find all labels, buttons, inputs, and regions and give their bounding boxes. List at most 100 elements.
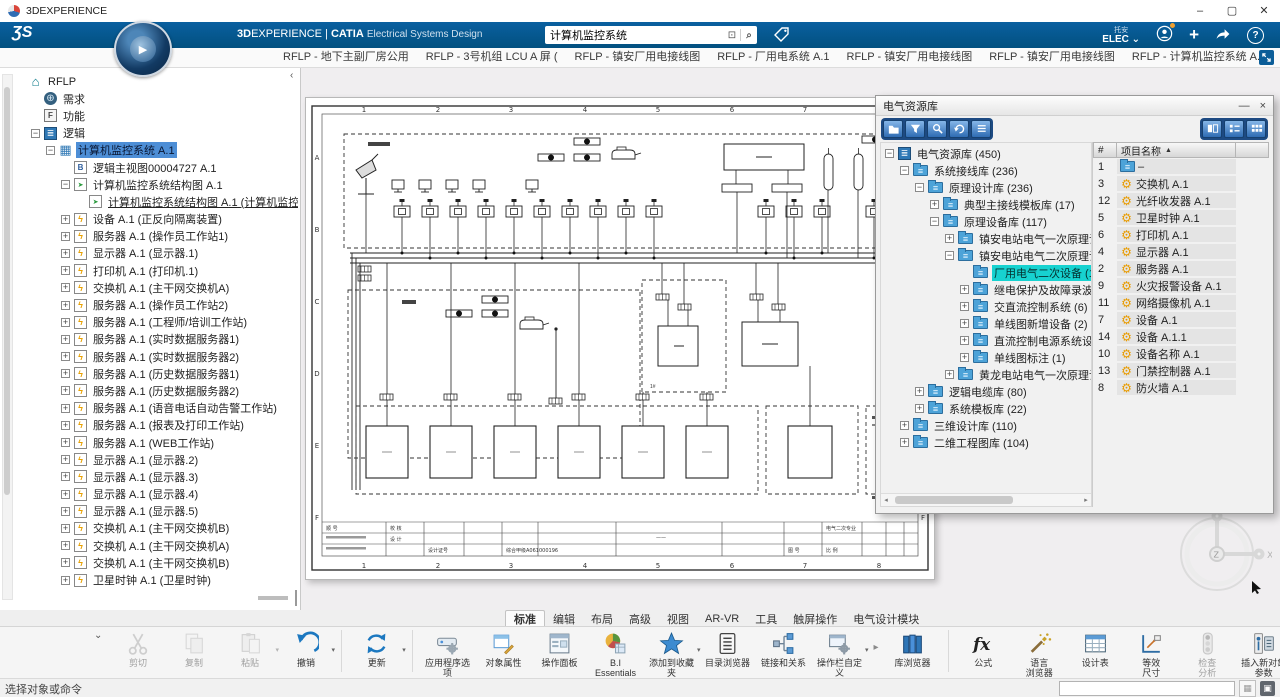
ribbon-tab-编辑[interactable]: 编辑 [545, 610, 583, 626]
expander-icon[interactable]: + [61, 576, 70, 585]
table-row[interactable]: 14⚙设备 A.1.1 [1093, 328, 1269, 345]
expander-icon[interactable]: + [61, 266, 70, 275]
tree-item[interactable]: +ϟ服务器 A.1 (历史数据服务器1) [16, 365, 298, 382]
tree-item[interactable]: −≡系统接线库 (236) [885, 162, 1091, 179]
view-list-icon[interactable] [1224, 120, 1244, 138]
command-input[interactable] [1059, 681, 1235, 696]
table-header-cell[interactable]: 项目名称▲ [1117, 142, 1236, 158]
table-row[interactable]: 11⚙网络摄像机 A.1 [1093, 294, 1269, 311]
expander-icon[interactable]: + [900, 421, 909, 430]
tree-item[interactable]: +≡交直流控制系统 (6) [885, 298, 1091, 315]
dialog-dock-icon[interactable]: ▦ [1239, 680, 1256, 697]
app-options-button[interactable]: 应用程序选项 [420, 628, 476, 680]
tree-item[interactable]: −≡镇安电站电气二次原理设备 (4 [885, 247, 1091, 264]
expander-icon[interactable]: + [915, 387, 924, 396]
item-name-cell[interactable]: ≡– [1117, 159, 1236, 174]
search-input[interactable] [545, 29, 724, 41]
collapse-tree-chevron[interactable]: ‹ [290, 70, 293, 81]
tree-item[interactable]: B逻辑主视图00004727 A.1 [16, 159, 298, 176]
help-icon[interactable]: ? [1247, 27, 1264, 44]
table-row[interactable]: 3⚙交换机 A.1 [1093, 175, 1269, 192]
doc-tab[interactable]: RFLP - 计算机监控系统 A.1 [1132, 48, 1266, 67]
expander-icon[interactable]: + [61, 438, 70, 447]
expander-icon[interactable]: + [960, 302, 969, 311]
table-row[interactable]: 5⚙卫星时钟 A.1 [1093, 209, 1269, 226]
tree-item[interactable]: ≡厂用电气二次设备 (13) [885, 264, 1091, 281]
tree-item[interactable]: +ϟ显示器 A.1 (显示器.4) [16, 486, 298, 503]
resource-tree-hscrollbar[interactable]: ◂ ▸ [881, 493, 1091, 506]
tree-item[interactable]: +≡三维设计库 (110) [885, 417, 1091, 434]
expander-icon[interactable]: + [900, 438, 909, 447]
item-name-cell[interactable]: ⚙显示器 A.1 [1117, 244, 1236, 259]
undo-button[interactable]: 撤销▾ [278, 628, 334, 670]
view-grid-icon[interactable] [1246, 120, 1266, 138]
item-name-cell[interactable]: ⚙服务器 A.1 [1117, 261, 1236, 276]
tree-item[interactable]: +ϟ显示器 A.1 (显示器.3) [16, 468, 298, 485]
tree-item[interactable]: +≡镇安电站电气一次原理设备 (6 [885, 230, 1091, 247]
doc-tab[interactable]: RFLP - 镇安厂用电接线图 [575, 48, 701, 67]
filter-icon[interactable] [905, 120, 925, 138]
formula-button[interactable]: fx公式 [955, 628, 1011, 670]
tree-item[interactable]: +ϟ卫星时钟 A.1 (卫星时钟) [16, 571, 298, 588]
table-row[interactable]: 7⚙设备 A.1 [1093, 311, 1269, 328]
table-row[interactable]: 8⚙防火墙 A.1 [1093, 379, 1269, 396]
tree-item[interactable]: ⌂RFLP [16, 73, 298, 90]
expander-icon[interactable]: + [61, 335, 70, 344]
expander-icon[interactable]: − [31, 129, 40, 138]
object-properties-button[interactable]: 对象属性 [476, 628, 532, 670]
table-row[interactable]: 12⚙光纤收发器 A.1 [1093, 192, 1269, 209]
tree-item[interactable]: +ϟ服务器 A.1 (WEB工作站) [16, 434, 298, 451]
table-row[interactable]: 10⚙设备名称 A.1 [1093, 345, 1269, 362]
tree-item[interactable]: +ϟ交换机 A.1 (主干网交换机B) [16, 520, 298, 537]
hscroll-thumb[interactable] [895, 496, 1013, 504]
expander-icon[interactable]: + [61, 249, 70, 258]
ribbon-tab-工具[interactable]: 工具 [747, 610, 785, 626]
tree-item[interactable]: +≡逻辑电缆库 (80) [885, 383, 1091, 400]
tree-scrollbar[interactable] [2, 74, 13, 600]
expander-icon[interactable]: + [945, 234, 954, 243]
item-name-cell[interactable]: ⚙打印机 A.1 [1117, 227, 1236, 242]
expander-icon[interactable]: + [61, 507, 70, 516]
user-avatar-icon[interactable] [1156, 25, 1173, 45]
item-name-cell[interactable]: ⚙防火墙 A.1 [1117, 380, 1236, 395]
expander-icon[interactable]: + [61, 472, 70, 481]
add-content-button[interactable]: + [1189, 25, 1199, 45]
ribbon-tab-电气设计模块[interactable]: 电气设计模块 [845, 610, 927, 626]
schematic-sheet[interactable]: 12345678 12345678 ABCDEF ABCDEF [305, 97, 935, 580]
tree-item[interactable]: +ϟ服务器 A.1 (实时数据服务器1) [16, 331, 298, 348]
tree-item[interactable]: +ϟ服务器 A.1 (操作员工作站2) [16, 296, 298, 313]
expander-icon[interactable]: − [915, 183, 924, 192]
expander-icon[interactable]: + [930, 200, 939, 209]
expander-icon[interactable]: + [61, 215, 70, 224]
search-icon[interactable]: ⌕ [741, 30, 757, 41]
user-role-menu[interactable]: 托安 ELEC ⌄ [1102, 26, 1140, 44]
tree-item[interactable]: ➤计算机监控系统结构图 A.1 (计算机监控系统结构图.1) [16, 193, 298, 210]
expander-icon[interactable]: + [945, 370, 954, 379]
expander-icon[interactable]: + [61, 352, 70, 361]
ribbon-tab-AR-VR[interactable]: AR-VR [697, 610, 747, 626]
expander-icon[interactable]: + [61, 232, 70, 241]
tree-item[interactable]: +≡典型主接线模板库 (17) [885, 196, 1091, 213]
tree-scrollbar-thumb[interactable] [4, 87, 10, 495]
expander-icon[interactable]: + [61, 283, 70, 292]
dropdown-caret-icon[interactable]: ▾ [402, 646, 406, 654]
item-name-cell[interactable]: ⚙光纤收发器 A.1 [1117, 193, 1236, 208]
insert-params-button[interactable]: 插入新对象参数▾ [1235, 628, 1280, 680]
item-name-cell[interactable]: ⚙交换机 A.1 [1117, 176, 1236, 191]
tree-item[interactable]: +ϟ服务器 A.1 (报表及打印工作站) [16, 417, 298, 434]
ribbon-tab-视图[interactable]: 视图 [659, 610, 697, 626]
actionbar-overflow-chevron[interactable]: ⌄ [94, 630, 102, 641]
tree-item[interactable]: +≡系统模板库 (22) [885, 400, 1091, 417]
item-name-cell[interactable]: ⚙门禁控制器 A.1 [1117, 363, 1236, 378]
tree-item[interactable]: +≡二维工程图库 (104) [885, 434, 1091, 451]
panel-resize-grip[interactable] [258, 596, 288, 600]
tree-item[interactable]: +≡单线图新增设备 (2) [885, 315, 1091, 332]
table-row[interactable]: 9⚙火灾报警设备 A.1 [1093, 277, 1269, 294]
expander-icon[interactable]: + [61, 490, 70, 499]
doc-tab[interactable]: RFLP - 地下主副厂房公用 [283, 48, 409, 67]
expander-icon[interactable]: + [960, 336, 969, 345]
expander-icon[interactable]: − [945, 251, 954, 260]
tree-item[interactable]: −≡原理设计库 (236) [885, 179, 1091, 196]
update-button[interactable]: 更新▾ [349, 628, 405, 670]
doc-tab[interactable]: RFLP - 镇安厂用电接线图 [847, 48, 973, 67]
